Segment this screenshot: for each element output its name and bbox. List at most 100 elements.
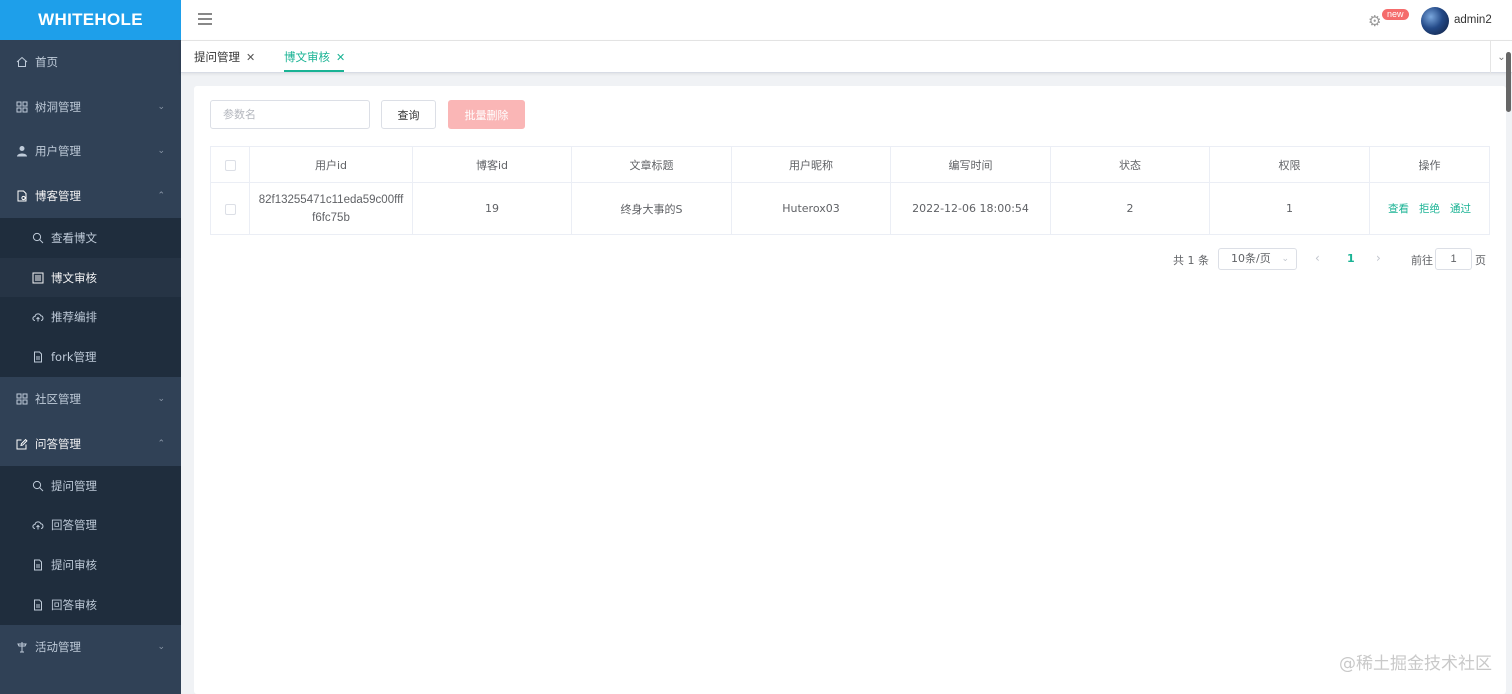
batch-delete-button[interactable]: 批量删除 [448,100,525,129]
nickname-cell: Huterox03 [731,182,891,235]
main-content: 查询 批量删除 用户id 博客id 文章标题 用户昵称 编写时间 状态 权限 操… [194,86,1506,694]
total-count: 共 1 条 [1173,254,1209,267]
pagination: 共 1 条 10条/页 ⌄ ‹ 1 › 前往 页 [194,248,1489,270]
param-name-input[interactable] [210,100,370,129]
tag-label: 提问管理 [194,50,240,64]
sidebar-item-qa[interactable]: 问答管理 ⌃ [0,421,181,466]
select-all-checkbox[interactable] [224,159,236,171]
chevron-down-icon: ⌄ [157,101,165,112]
tags-view: 提问管理 ✕ 博文审核 ✕ ⌄ [181,41,1512,73]
status-cell: 2 [1050,182,1210,235]
flag-icon [16,641,28,653]
sidebar-item-answers[interactable]: 回答管理 [0,505,181,545]
close-icon[interactable]: ✕ [336,51,345,64]
sidebar-item-answer-review[interactable]: 回答审核 [0,585,181,625]
sidebar-item-label: 首页 [35,55,58,70]
sidebar: WHITEHOLE 首页 树洞管理 ⌄ 用户管理 ⌄ 博客管理 ⌃ 查看博文 博 [0,0,181,694]
post-review-table: 用户id 博客id 文章标题 用户昵称 编写时间 状态 权限 操作 82f132… [210,146,1490,235]
sidebar-menu: 首页 树洞管理 ⌄ 用户管理 ⌄ 博客管理 ⌃ [0,40,181,218]
approve-button[interactable]: 通过 [1450,203,1471,215]
actions-cell: 查看 拒绝 通过 [1369,182,1490,235]
search-icon [32,232,44,244]
sidebar-item-recommend[interactable]: 推荐编排 [0,297,181,337]
sidebar-item-label: 提问管理 [51,478,97,493]
sidebar-item-activity[interactable]: 活动管理 ⌄ [0,625,181,670]
tag-label: 博文审核 [284,50,330,64]
view-button[interactable]: 查看 [1388,203,1409,215]
chevron-down-icon: ⌄ [157,641,165,652]
query-button[interactable]: 查询 [381,100,436,129]
hamburger-menu-icon[interactable] [198,13,212,27]
column-header[interactable]: 用户id [249,146,413,183]
table-header-row: 用户id 博客id 文章标题 用户昵称 编写时间 状态 权限 操作 [210,146,1490,183]
username-label[interactable]: admin2 [1454,14,1492,26]
chevron-down-icon: ⌄ [1281,254,1289,264]
file-icon [32,559,44,571]
sidebar-item-label: 回答审核 [51,597,97,612]
sidebar-item-blog[interactable]: 博客管理 ⌃ [0,174,181,219]
blog-submenu: 查看博文 博文审核 推荐编排 fork管理 [0,218,181,377]
page-size-select[interactable]: 10条/页 ⌄ [1218,248,1297,270]
cloud-upload-icon [32,311,44,323]
sidebar-item-label: 问答管理 [35,436,81,451]
goto-page-input[interactable] [1435,248,1472,270]
cloud-upload-icon [32,519,44,531]
chevron-down-icon: ⌄ [157,394,165,404]
sidebar-item-label: 博文审核 [51,270,97,285]
avatar[interactable] [1421,7,1449,35]
sidebar-menu-bottom: 活动管理 ⌄ [0,625,181,670]
sidebar-item-community[interactable]: 社区管理 ⌄ [0,377,181,422]
time-cell: 2022-12-06 18:00:54 [890,182,1051,235]
tag-post-review[interactable]: 博文审核 ✕ [284,49,345,65]
watermark: @稀土掘金技术社区 [1339,654,1492,674]
gear-icon[interactable]: ⚙ [1368,14,1383,29]
current-page-number[interactable]: 1 [1347,252,1355,265]
search-icon [32,480,44,492]
page-scrollbar[interactable] [1506,52,1511,112]
sidebar-item-users[interactable]: 用户管理 ⌄ [0,129,181,174]
column-header[interactable]: 权限 [1209,146,1370,183]
sidebar-item-label: 用户管理 [35,144,81,159]
edit-icon [16,438,28,450]
sidebar-item-label: fork管理 [51,349,97,364]
sidebar-item-home[interactable]: 首页 [0,40,181,85]
grid-icon [16,101,28,113]
file-icon [32,351,44,363]
sidebar-item-view-posts[interactable]: 查看博文 [0,218,181,258]
user-icon [16,145,28,157]
title-cell: 终身大事的S [571,182,732,235]
row-checkbox[interactable] [224,203,236,215]
column-header[interactable]: 博客id [412,146,572,183]
sidebar-menu-lower: 社区管理 ⌄ 问答管理 ⌃ [0,377,181,466]
prev-page-icon[interactable]: ‹ [1315,251,1320,265]
reject-button[interactable]: 拒绝 [1419,203,1440,215]
permission-cell: 1 [1209,182,1370,235]
table-row: 82f13255471c11eda59c00ffff6fc75b 19 终身大事… [210,182,1490,235]
column-header[interactable]: 用户昵称 [731,146,891,183]
sidebar-item-label: 活动管理 [35,639,81,654]
next-page-icon[interactable]: › [1376,251,1381,265]
sidebar-item-label: 回答管理 [51,518,97,533]
page-unit-label: 页 [1475,254,1486,267]
chevron-up-icon: ⌃ [157,190,165,201]
qa-submenu: 提问管理 回答管理 提问审核 回答审核 [0,465,181,625]
column-header[interactable]: 编写时间 [890,146,1051,183]
app-logo[interactable]: WHITEHOLE [0,0,181,40]
close-icon[interactable]: ✕ [246,51,255,64]
column-header[interactable]: 文章标题 [571,146,732,183]
page-size-value: 10条/页 [1231,252,1271,265]
sidebar-item-post-review[interactable]: 博文审核 [0,257,181,298]
chevron-up-icon: ⌃ [157,438,165,449]
sidebar-item-label: 社区管理 [35,392,81,406]
sidebar-item-treehole[interactable]: 树洞管理 ⌄ [0,85,181,130]
document-icon [16,190,28,202]
file-icon [32,599,44,611]
sidebar-item-questions[interactable]: 提问管理 [0,466,181,506]
sidebar-item-label: 博客管理 [35,188,81,203]
sidebar-item-fork[interactable]: fork管理 [0,337,181,377]
new-badge: new [1382,9,1409,20]
sidebar-item-question-review[interactable]: 提问审核 [0,545,181,585]
tag-question-manage[interactable]: 提问管理 ✕ [194,49,255,65]
sidebar-item-label: 查看博文 [51,230,97,245]
column-header[interactable]: 状态 [1050,146,1210,183]
